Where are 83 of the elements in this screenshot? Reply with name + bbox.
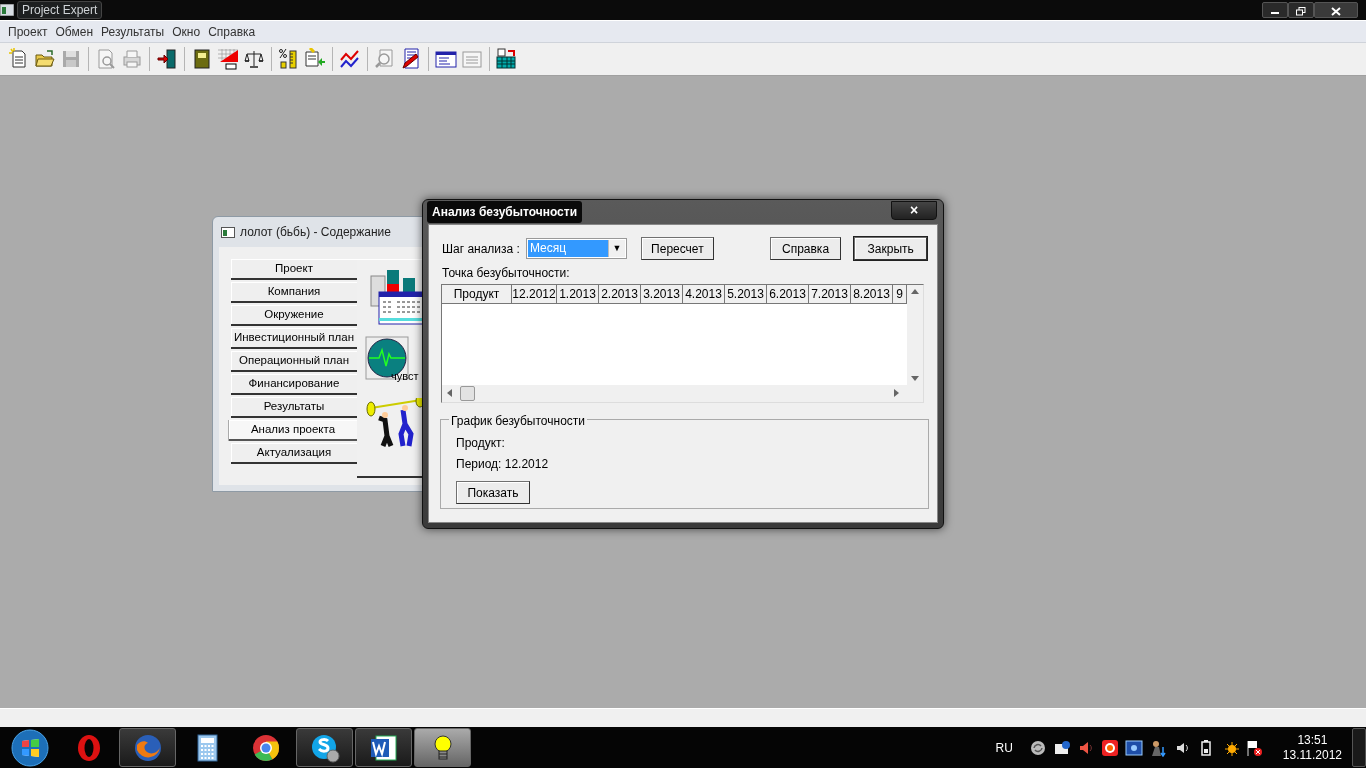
column-header: 8.2013 <box>851 285 893 304</box>
scroll-right-icon[interactable] <box>894 389 899 397</box>
table-label: Точка безубыточности: <box>442 266 571 280</box>
line-chart-icon <box>339 48 361 70</box>
window-title: лолот (бьбь) - Содержание <box>240 224 391 241</box>
close-icon <box>1331 6 1341 16</box>
show-button[interactable]: Показать <box>456 481 530 504</box>
dialog-button[interactable]: Закрыть <box>854 237 927 260</box>
window-title: Project Expert <box>17 1 103 19</box>
menu-item[interactable]: Результаты <box>97 22 169 41</box>
column-header: 4.2013 <box>683 285 725 304</box>
product-label: Продукт: <box>456 436 506 450</box>
printer-icon <box>121 48 143 70</box>
print-preview-icon <box>95 48 117 70</box>
menu-item[interactable]: Справка <box>204 22 260 41</box>
skype-taskbar-button[interactable] <box>296 728 353 767</box>
chart-cf-button[interactable] <box>215 46 241 72</box>
window-icon <box>221 226 235 238</box>
document-arrow-icon <box>304 48 326 70</box>
section-button[interactable]: Актуализация <box>231 443 357 464</box>
firefox-taskbar-button[interactable] <box>119 728 176 767</box>
section-button[interactable]: Инвестиционный план <box>231 328 357 349</box>
section-button[interactable]: Финансирование <box>231 374 357 395</box>
clipboard-icon <box>461 48 483 70</box>
notebook-icon <box>191 48 213 70</box>
language-indicator[interactable]: RU <box>995 738 1013 757</box>
clock-time[interactable]: 13:51 <box>1297 732 1328 748</box>
horizontal-scrollbar[interactable] <box>442 385 923 402</box>
section-button[interactable]: Компания <box>231 282 357 303</box>
app-icon <box>0 4 14 16</box>
section-caption: чувст <box>391 368 419 384</box>
magnifier-document-icon <box>374 48 396 70</box>
percent-ruler-icon <box>278 48 300 70</box>
word-document-taskbar-button[interactable] <box>355 728 412 767</box>
group-title: График безубыточности <box>449 412 587 430</box>
table-arrow-icon <box>496 48 518 70</box>
column-header: 6.2013 <box>767 285 809 304</box>
menu-item[interactable]: Окно <box>168 22 205 41</box>
column-header: 12.2012 <box>512 285 557 304</box>
scales-icon <box>243 48 265 70</box>
close-button[interactable] <box>1314 2 1358 18</box>
close-button[interactable]: × <box>891 200 937 220</box>
scroll-left-icon[interactable] <box>447 389 452 397</box>
mail-icon[interactable] <box>1052 738 1071 757</box>
field-label: Шаг анализа : <box>442 240 520 258</box>
section-button[interactable]: Анализ проекта <box>229 420 357 441</box>
scroll-up-icon[interactable] <box>911 289 919 294</box>
restore-button[interactable] <box>1288 2 1314 18</box>
scrollbar-thumb[interactable] <box>460 386 475 401</box>
menu-item[interactable]: Обмен <box>51 22 98 41</box>
chart-cf-icon <box>217 48 239 70</box>
section-button[interactable]: Результаты <box>231 397 357 418</box>
column-header: 5.2013 <box>725 285 767 304</box>
column-header: 1.2013 <box>557 285 599 304</box>
pencil-document-icon <box>400 48 422 70</box>
period-label: Период: 12.2012 <box>456 457 550 471</box>
column-header: 3.2013 <box>641 285 683 304</box>
section-button[interactable]: Окружение <box>231 305 357 326</box>
scroll-down-icon[interactable] <box>911 376 919 381</box>
column-header: Продукт <box>442 285 512 304</box>
column-header: 2.2013 <box>599 285 641 304</box>
folder-icon <box>34 48 56 70</box>
list-window-icon <box>435 48 457 70</box>
dialog-title: Анализ безубыточности <box>427 201 583 223</box>
step-dropdown[interactable]: Месяц ▼ <box>525 238 628 259</box>
section-button[interactable]: Операционный план <box>231 351 357 372</box>
network-grid-icon[interactable] <box>1124 738 1143 757</box>
vertical-scrollbar[interactable] <box>907 285 923 385</box>
target-icon[interactable] <box>1100 738 1119 757</box>
column-header: 7.2013 <box>809 285 851 304</box>
restore-icon <box>1296 6 1306 16</box>
clock-date[interactable]: 13.11.2012 <box>1282 747 1342 763</box>
door-arrow-icon <box>156 48 178 70</box>
menu-item[interactable]: Проект <box>4 22 52 41</box>
section-button[interactable]: Проект <box>231 259 357 280</box>
flag-error-icon[interactable] <box>1244 738 1263 757</box>
minimize-button[interactable] <box>1262 2 1288 18</box>
light-bulb-taskbar-button[interactable] <box>414 728 471 767</box>
dialog-button[interactable]: Пересчет <box>641 237 714 260</box>
dialog-button[interactable]: Справка <box>769 237 842 260</box>
sync-icon[interactable] <box>1028 738 1047 757</box>
start-button[interactable] <box>11 728 49 767</box>
column-header: 9 <box>893 285 907 304</box>
